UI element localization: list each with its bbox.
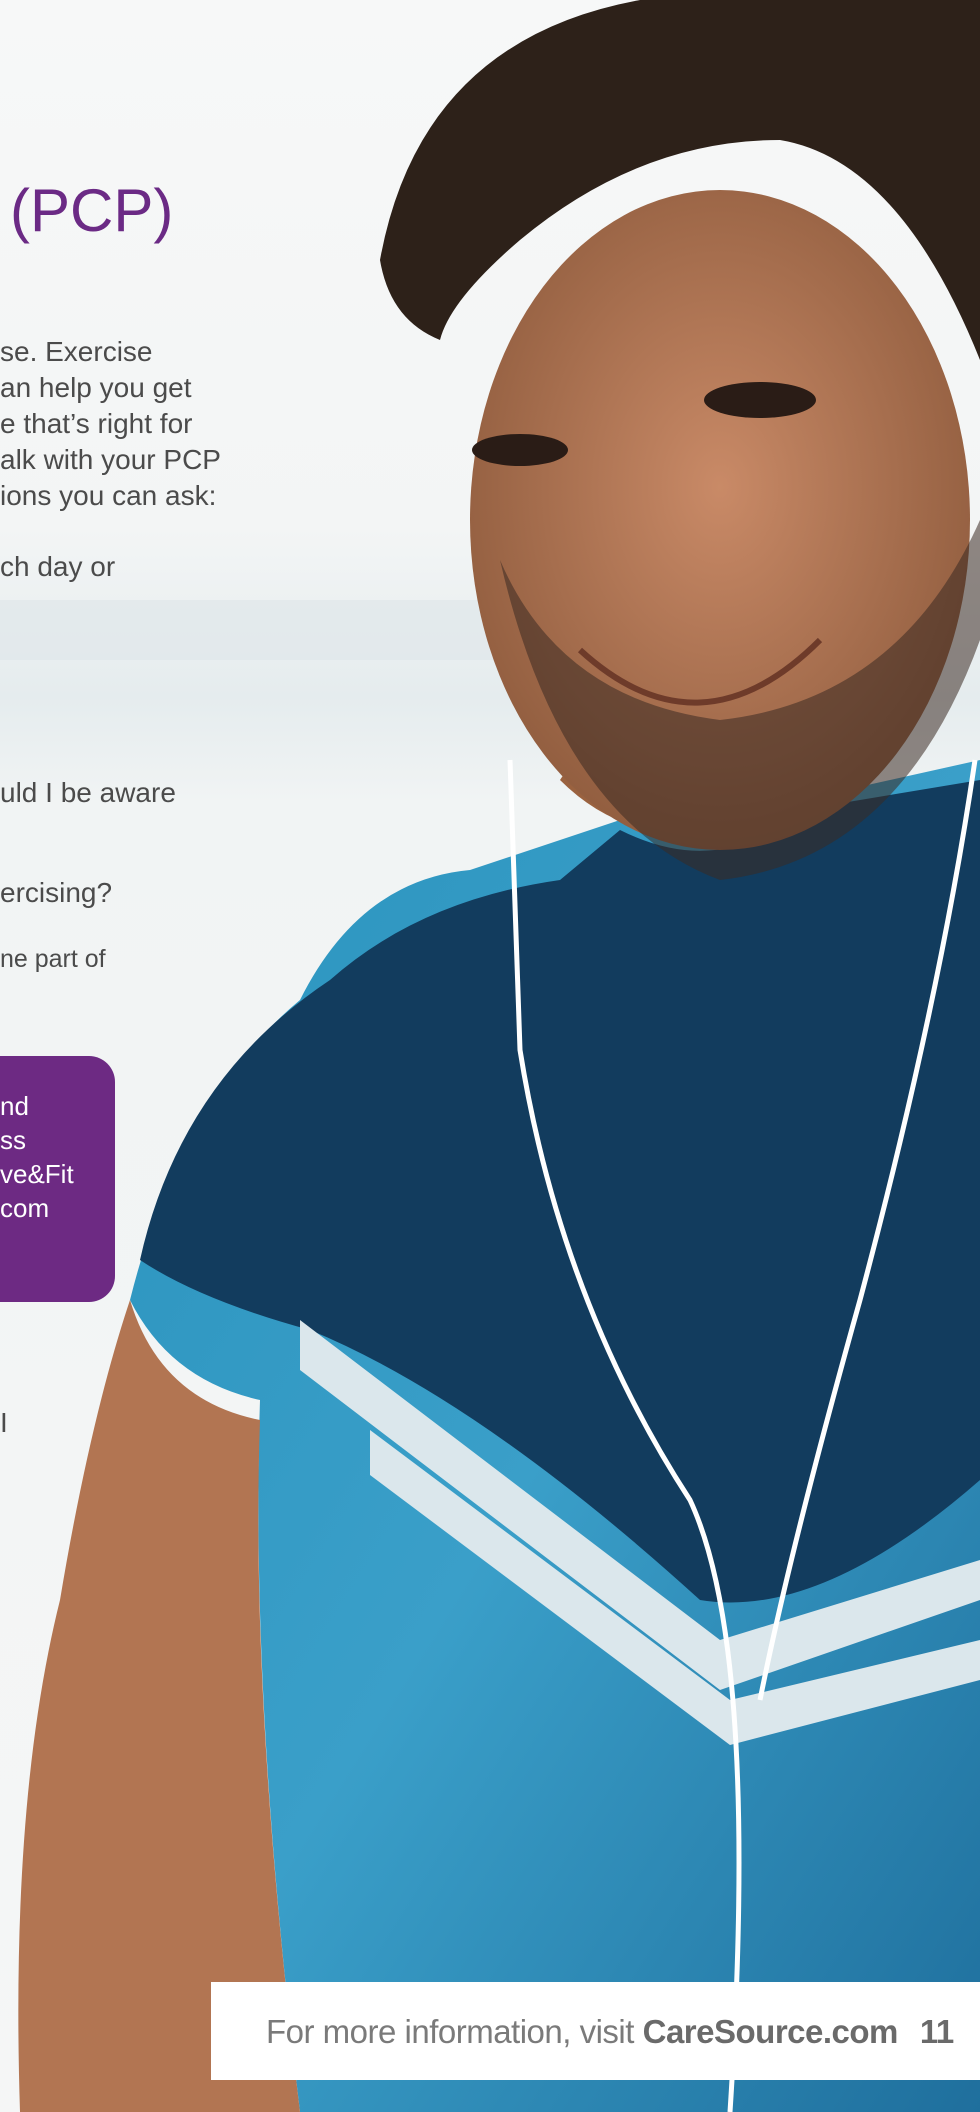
page-number: 11 (919, 2013, 954, 2050)
footer-website-link[interactable]: CareSource.com (643, 2013, 899, 2050)
question-fragment-3: ercising? (0, 877, 113, 908)
footer-prefix: For more information, visit (266, 2013, 643, 2050)
smiling-man-photo (0, 0, 980, 2112)
intro-line: se. Exercise (0, 336, 153, 367)
callout-box: nd ss ve&Fit com (0, 1056, 115, 1302)
intro-line: ions you can ask: (0, 480, 217, 511)
footer-text: For more information, visit CareSource.c… (266, 2012, 954, 2052)
page-heading: (PCP) (10, 177, 174, 244)
callout-line: ss (0, 1125, 26, 1155)
question-fragment-2: uld I be aware (0, 777, 176, 808)
footer-bar: For more information, visit CareSource.c… (211, 1982, 980, 2080)
text-fragment: I (0, 1407, 8, 1438)
callout-line: com (0, 1193, 50, 1223)
callout-line: nd (0, 1091, 29, 1121)
intro-paragraph: se. Exercise an help you get e that’s ri… (0, 334, 221, 514)
question-fragment-4: ne part of (0, 945, 106, 973)
callout-line: ve&Fit (0, 1159, 74, 1189)
intro-line: an help you get (0, 372, 192, 403)
intro-line: alk with your PCP (0, 444, 221, 475)
question-fragment-1: ch day or (0, 551, 116, 582)
intro-line: e that’s right for (0, 408, 193, 439)
callout-text: nd ss ve&Fit com (0, 1089, 74, 1225)
